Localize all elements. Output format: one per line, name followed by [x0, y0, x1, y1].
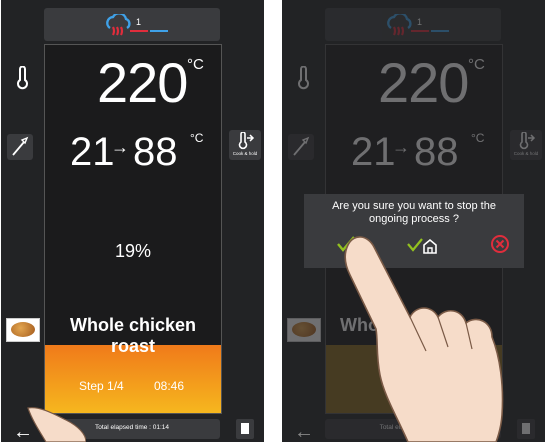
cook-hold-label: Cook & hold [513, 151, 539, 156]
thermometer-icon[interactable] [10, 66, 34, 90]
cook-hold-icon [519, 132, 536, 150]
pointing-hand [344, 236, 504, 442]
back-arrow-icon: ← [294, 421, 314, 442]
heat-indicator-line [411, 30, 429, 32]
recipe-name-line2: roast [110, 336, 155, 356]
probe-temperature-unit: °C [471, 131, 485, 145]
probe-current-temperature: 21 [351, 130, 396, 174]
cook-hold-button: Cook & hold [510, 130, 542, 160]
probe-button[interactable] [7, 134, 33, 160]
finger-pointer [27, 407, 86, 442]
oven-temperature-unit: °C [468, 56, 485, 73]
recipe-book-button [517, 419, 535, 439]
cook-hold-label: Cook & hold [232, 151, 258, 156]
dialog-question: Are you sure you want to stop the ongoin… [332, 200, 496, 225]
steam-indicator-line [150, 30, 168, 32]
step-counter: Step 1/4 [79, 379, 124, 393]
recipe-name-line1: Whole chicken [69, 315, 197, 335]
oven-temperature: 220 [378, 51, 469, 114]
book-icon [241, 423, 249, 434]
cook-hold-button[interactable]: Cook & hold [229, 130, 261, 160]
mode-number: 1 [417, 17, 423, 27]
thermometer-icon [298, 66, 309, 90]
probe-target-temperature: 88 [414, 130, 459, 174]
progress-percent: 19% [114, 241, 152, 261]
cook-hold-icon [238, 132, 255, 150]
probe-current-temperature: 21 [70, 130, 115, 174]
steam-mode-icon [106, 14, 131, 36]
steam-indicator-line [431, 30, 449, 32]
recipe-book-button[interactable] [236, 419, 254, 439]
probe-temperature-unit: °C [190, 131, 204, 145]
book-icon [522, 423, 530, 434]
probe-target-temperature: 88 [133, 130, 178, 174]
oven-temperature: 220 [97, 51, 188, 114]
right-oven-screen: 1 Cook & hold 220 °C 21 → 88 °C Who ← Ar… [282, 0, 545, 442]
recipe-thumbnail[interactable] [6, 318, 40, 342]
recipe-name: Whole chicken roast [47, 315, 219, 357]
mode-bar[interactable]: 1 [44, 8, 220, 41]
steam-mode-icon [387, 14, 412, 36]
mode-number: 1 [136, 17, 142, 27]
remaining-time: 08:46 [154, 379, 185, 393]
probe-arrow: → [111, 137, 129, 157]
heat-indicator-line [130, 30, 148, 32]
probe-button [288, 134, 314, 160]
probe-icon [293, 136, 310, 156]
mode-bar: 1 [325, 8, 501, 41]
left-oven-screen: 1 Cook & hold 220 °C 21 → 88 °C 19% Whol… [1, 0, 264, 442]
recipe-thumbnail [287, 318, 321, 342]
probe-arrow: → [392, 137, 410, 157]
oven-temperature-unit: °C [187, 56, 204, 73]
process-panel: 220 °C 21 → 88 °C 19% Whole chicken roas… [44, 44, 222, 414]
probe-icon [12, 136, 29, 156]
